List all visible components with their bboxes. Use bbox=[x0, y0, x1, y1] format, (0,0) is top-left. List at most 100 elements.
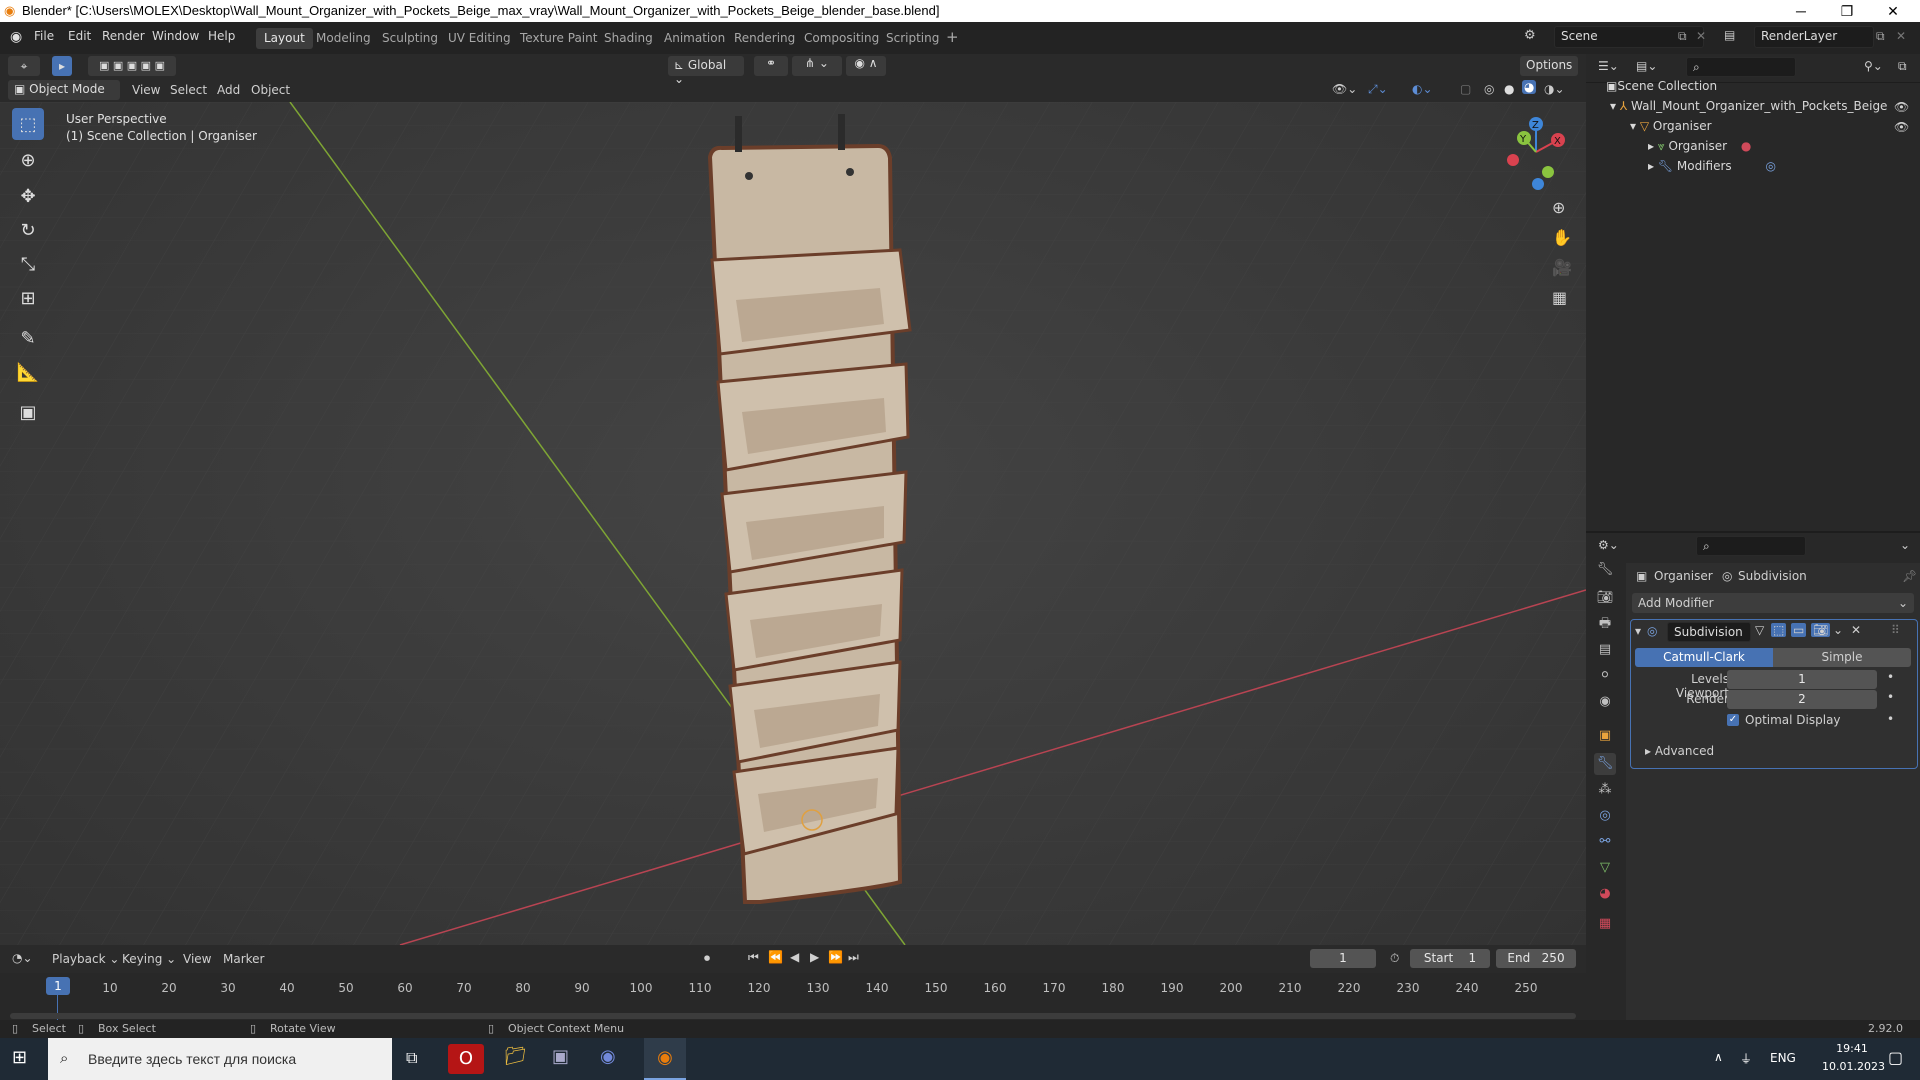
camera-view-icon[interactable]: 🎥 bbox=[1552, 258, 1572, 277]
taskbar-date[interactable]: 10.01.2023 bbox=[1822, 1060, 1885, 1073]
taskbar-search[interactable]: ⌕ Введите здесь текст для поиска bbox=[48, 1038, 392, 1080]
object-tab-icon[interactable]: ▣ bbox=[1594, 725, 1616, 747]
jump-start-icon[interactable]: ⏮ bbox=[748, 950, 759, 965]
tab-shading[interactable]: Shading bbox=[596, 28, 661, 49]
new-scene-icon[interactable]: ⧉ bbox=[1678, 29, 1687, 44]
discord-icon[interactable]: ◉ bbox=[600, 1046, 616, 1067]
outliner-scene-collection[interactable]: ▣ Scene Collection bbox=[1606, 79, 1717, 93]
cursor-tool-icon[interactable]: ⊕ bbox=[12, 144, 44, 176]
output-tab-icon[interactable]: 🖶 bbox=[1594, 613, 1616, 635]
pivot-icon[interactable]: ⚭ bbox=[754, 56, 788, 76]
wireframe-shading-icon[interactable]: ◎ bbox=[1484, 82, 1494, 96]
remove-modifier-icon[interactable]: ✕ bbox=[1851, 623, 1861, 637]
select-box-tool-icon[interactable]: ⬚ bbox=[12, 108, 44, 140]
menu-playback[interactable]: Playback ⌄ bbox=[52, 952, 119, 966]
visibility-icon[interactable]: 👁⌄ bbox=[1332, 82, 1357, 96]
tab-animation[interactable]: Animation bbox=[656, 28, 733, 49]
ortho-grid-icon[interactable]: ▦ bbox=[1552, 288, 1567, 307]
blender-taskbar-icon[interactable]: ◉ bbox=[644, 1038, 686, 1080]
zoom-icon[interactable]: ⊕ bbox=[1552, 198, 1565, 217]
menu-keying[interactable]: Keying ⌄ bbox=[122, 952, 176, 966]
overlay-icon[interactable]: ◐⌄ bbox=[1412, 82, 1433, 96]
menu-render[interactable]: Render bbox=[102, 29, 145, 43]
tab-scripting[interactable]: Scripting bbox=[878, 28, 947, 49]
menu-file[interactable]: File bbox=[34, 29, 54, 43]
preview-range-icon[interactable]: ⏱ bbox=[1390, 951, 1399, 966]
mode-selector[interactable]: ▣ Object Mode ⌄ bbox=[8, 80, 120, 110]
language-indicator[interactable]: ENG bbox=[1770, 1051, 1796, 1065]
view-layer-tab-icon[interactable]: ▤ bbox=[1594, 639, 1616, 661]
simple-option[interactable]: Simple bbox=[1773, 648, 1911, 667]
tab-layout[interactable]: Layout bbox=[256, 28, 313, 49]
navigation-gizmo[interactable]: Z X Y bbox=[1496, 112, 1576, 192]
add-cube-tool-icon[interactable]: ▣ bbox=[12, 396, 44, 428]
particles-tab-icon[interactable]: ⁂ bbox=[1594, 779, 1616, 801]
windows-start-icon[interactable]: ⊞ bbox=[12, 1047, 27, 1068]
add-modifier-dropdown[interactable]: Add Modifier ⌄ bbox=[1632, 593, 1914, 613]
pan-hand-icon[interactable]: ✋ bbox=[1552, 228, 1572, 247]
display-mode-icon[interactable]: ▤⌄ bbox=[1636, 59, 1657, 73]
organizer-model[interactable] bbox=[707, 114, 912, 904]
scene-selector-icon[interactable]: ⚙ bbox=[1524, 28, 1536, 43]
scene-tab-icon[interactable]: ⚪ bbox=[1594, 665, 1616, 687]
new-collection-icon[interactable]: ⧉ bbox=[1898, 59, 1907, 74]
eye-visibility-icon[interactable]: 👁 bbox=[1894, 100, 1909, 114]
modifier-tab-icon[interactable]: 🔧︎ bbox=[1594, 753, 1616, 775]
eye-visibility-icon[interactable]: 👁 bbox=[1894, 120, 1909, 134]
data-tab-icon[interactable]: ▽ bbox=[1594, 857, 1616, 879]
catmull-clark-option[interactable]: Catmull-Clark bbox=[1635, 648, 1773, 667]
levels-viewport-field[interactable]: 1 bbox=[1727, 670, 1877, 689]
tab-compositing[interactable]: Compositing bbox=[796, 28, 887, 49]
gizmo-icon[interactable]: ⤢⌄ bbox=[1368, 82, 1388, 97]
menu-timeline-view[interactable]: View bbox=[183, 952, 211, 966]
properties-editor-icon[interactable]: ⚙⌄ bbox=[1598, 538, 1619, 552]
advanced-panel-toggle[interactable]: ▸ Advanced bbox=[1645, 744, 1714, 758]
render-toggle-icon[interactable]: 📷︎ bbox=[1811, 623, 1831, 637]
outliner-item-organiser[interactable]: ▾ ▽ Organiser bbox=[1630, 119, 1712, 133]
menu-select[interactable]: Select bbox=[170, 83, 207, 97]
edit-mode-toggle-icon[interactable]: ▽ bbox=[1755, 623, 1764, 637]
tray-chevron-icon[interactable]: ∧ bbox=[1714, 1050, 1723, 1064]
pin-icon[interactable]: 📌︎ bbox=[1902, 569, 1917, 583]
menu-help[interactable]: Help bbox=[208, 29, 235, 43]
new-layer-icon[interactable]: ⧉ bbox=[1876, 29, 1885, 44]
tab-uv-editing[interactable]: UV Editing bbox=[440, 28, 519, 49]
annotate-tool-icon[interactable]: ✎ bbox=[12, 322, 44, 354]
outliner-item-root-object[interactable]: ▾ ⅄ Wall_Mount_Organizer_with_Pockets_Be… bbox=[1610, 99, 1887, 113]
measure-tool-icon[interactable]: 📐 bbox=[12, 356, 44, 388]
blender-menu-icon[interactable]: ◉ bbox=[10, 29, 22, 45]
material-shading-icon[interactable]: ◕ bbox=[1522, 80, 1537, 94]
tab-texture-paint[interactable]: Texture Paint bbox=[512, 28, 605, 49]
minimize-icon[interactable]: ─ bbox=[1778, 0, 1824, 22]
notifications-icon[interactable]: ▢ bbox=[1888, 1048, 1903, 1067]
next-keyframe-icon[interactable]: ⏩ bbox=[828, 950, 843, 964]
material-tab-icon[interactable]: ◕ bbox=[1594, 883, 1616, 905]
prev-keyframe-icon[interactable]: ⏪ bbox=[768, 950, 783, 964]
app-window-icon[interactable]: ▣ bbox=[552, 1046, 569, 1067]
task-view-icon[interactable]: ⧉ bbox=[406, 1048, 417, 1068]
outliner-item-modifiers[interactable]: ▸ 🔧︎ Modifiers ◎ bbox=[1648, 159, 1776, 173]
solid-shading-icon[interactable]: ● bbox=[1504, 82, 1514, 96]
tab-sculpting[interactable]: Sculpting bbox=[374, 28, 446, 49]
record-icon[interactable]: ⏺ bbox=[704, 951, 710, 966]
menu-edit[interactable]: Edit bbox=[68, 29, 91, 43]
tool-tab-icon[interactable]: 🔧︎ bbox=[1594, 559, 1616, 581]
transform-orientation[interactable]: ⊾ Global ⌄ bbox=[668, 56, 744, 86]
play-reverse-icon[interactable]: ◀ bbox=[790, 950, 799, 964]
render-tab-icon[interactable]: 📷︎ bbox=[1594, 587, 1616, 609]
3d-viewport[interactable]: User Perspective (1) Scene Collection | … bbox=[0, 102, 1586, 945]
selection-mode-icons[interactable]: ▣ ▣ ▣ ▣ ▣ bbox=[88, 56, 176, 76]
current-frame-marker[interactable]: 1 bbox=[46, 977, 70, 995]
rendered-shading-icon[interactable]: ◑⌄ bbox=[1544, 82, 1565, 96]
outliner-item-mesh-data[interactable]: ▸ ⩔ Organiser ● bbox=[1648, 139, 1751, 154]
menu-view[interactable]: View bbox=[132, 83, 160, 97]
move-tool-icon[interactable]: ✥ bbox=[12, 180, 44, 212]
filter-icon[interactable]: ⚲⌄ bbox=[1864, 59, 1883, 73]
physics-tab-icon[interactable]: ◎ bbox=[1594, 805, 1616, 827]
xray-icon[interactable]: ▢ bbox=[1460, 82, 1471, 96]
editor-type-icon[interactable]: ⌖ bbox=[8, 56, 40, 76]
tab-modeling[interactable]: Modeling bbox=[308, 28, 379, 49]
proportional-edit-icon[interactable]: ◉ ∧ bbox=[846, 56, 886, 76]
outliner-editor-icon[interactable]: ☰⌄ bbox=[1598, 59, 1619, 73]
taskbar-time[interactable]: 19:41 bbox=[1822, 1042, 1882, 1055]
